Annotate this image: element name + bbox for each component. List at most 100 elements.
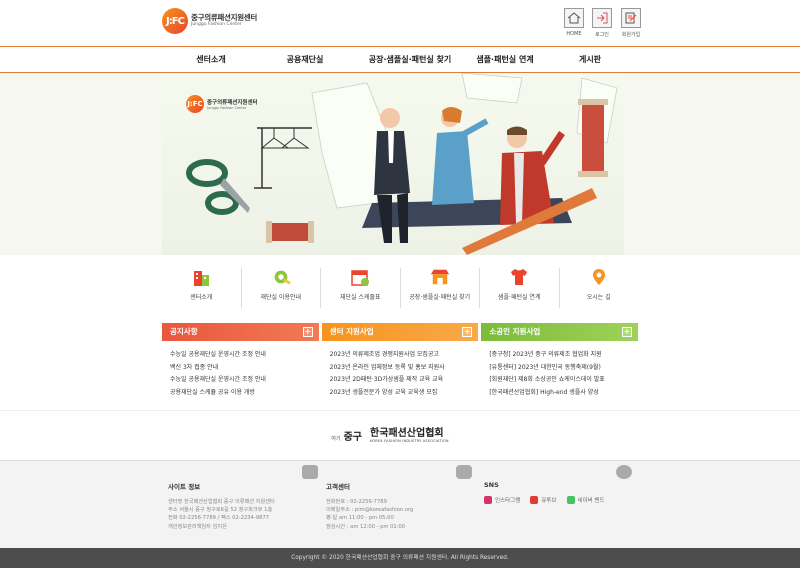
footer-info: 사이트 정보 센터명 한국패션산업협회 중구 의류패션 지원센터 주소 서울시 … <box>0 460 800 548</box>
list-item[interactable]: 2023년 온라인 업체정보 등록 및 홍보 지원사 <box>330 362 479 375</box>
quick-cutting-room-guide[interactable]: 재단실 이용안내 <box>242 268 321 308</box>
home-link[interactable]: HOME <box>564 8 584 37</box>
list-item[interactable]: 2023년 생플전문가 양성 교육 교육생 모집 <box>330 387 479 400</box>
board-notice-header: 공지사항 + <box>162 323 319 341</box>
instagram-link[interactable]: 인스타그램 <box>484 496 520 504</box>
board-center-support: 센터 지원사업 + 2023년 의류제조업 경쟁지원사업 모집공고 2023년 … <box>321 323 479 403</box>
nav-item-center-intro[interactable]: 센터소개 <box>166 47 256 72</box>
kfia-english-name: KOREA FASHION INDUSTRY ASSOCIATION <box>370 438 449 443</box>
info-bubble-icon <box>616 465 632 479</box>
nav-item-cutting-room[interactable]: 공용재단실 <box>260 47 350 72</box>
logo-subtitle: Junggu Fashion Center <box>191 21 242 27</box>
footer-sns-title: SNS <box>484 481 499 489</box>
board-title: 소공인 지원사업 <box>489 327 541 336</box>
quick-menu: 센터소개 재단실 이용안내 재단실 스케줄표 공장·샘플실·패턴실 찾기 샘플·… <box>162 268 638 308</box>
hero-logo: J:FC 중구의류패션지원센터 Junggu Fashion Center <box>186 95 258 113</box>
tshirt-icon <box>509 268 529 286</box>
nav-item-board[interactable]: 게시판 <box>545 47 635 72</box>
signup-label: 회원가입 <box>621 32 641 38</box>
main-nav: 센터소개 공용재단실 공장·샘플실·패턴실 찾기 샘플·패턴실 연계 게시판 <box>0 46 800 73</box>
kfia-name: 한국패션산업협회 <box>370 427 444 439</box>
quick-find-factory[interactable]: 공장·샘플실·패턴실 찾기 <box>401 268 480 308</box>
list-item[interactable]: 2023년 2D패턴·3D가상샘플 제작 교육 교육 <box>330 374 479 387</box>
nav-item-sample-link[interactable]: 샘플·패턴실 연계 <box>455 47 555 72</box>
login-icon <box>592 8 612 28</box>
footer-line: 이메일주소 : pim@koreafashion.org <box>326 507 414 514</box>
sns-label: 네이버 밴드 <box>577 498 605 504</box>
footer-contact-title: 고객센터 <box>326 483 350 491</box>
footer-line: 전화 02-2256-7789 / 팩스 02-2234-9877 <box>168 515 269 522</box>
quick-label: 재단실 스케줄표 <box>339 294 381 301</box>
footer-site-info: 사이트 정보 센터명 한국패션산업협회 중구 의류패션 지원센터 주소 서울시 … <box>162 461 318 549</box>
board-title: 센터 지원사업 <box>329 327 374 336</box>
copyright: Copyright © 2020 한국패션산업협회 중구 의류패션 지원센터. … <box>0 548 800 568</box>
list-item[interactable]: 수능일 공용재단실 운영시간 조정 안내 <box>170 349 319 362</box>
sns-label: 인스타그램 <box>495 498 521 504</box>
signup-link[interactable]: 회원가입 <box>621 8 641 38</box>
more-plus-icon[interactable]: + <box>302 327 313 337</box>
hero-logo-mark: J:FC <box>186 95 204 113</box>
quick-label: 오시는 길 <box>586 294 611 301</box>
partner-banner: 여기 중구 한국패션산업협회 KOREA FASHION INDUSTRY AS… <box>0 410 800 460</box>
list-item[interactable]: 공용재단실 스케쥴 공유 이용 개방 <box>170 387 319 400</box>
hero-logo-subtitle: Junggu Fashion Center <box>207 106 247 110</box>
login-link[interactable]: 로그인 <box>592 8 612 38</box>
logo-mark: J:FC <box>162 8 188 34</box>
list-item[interactable]: [중구청] 2023년 중구 의류제조 협업화 지원 <box>489 349 638 362</box>
memo-icon <box>302 465 318 479</box>
list-item[interactable]: 백신 3차 접종 안내 <box>170 362 319 375</box>
hero-logo-name: 중구의류패션지원센터 <box>207 100 258 106</box>
building-icon <box>191 268 211 286</box>
home-icon <box>564 8 584 28</box>
list-item[interactable]: 수능일 공용재단실 운영시간 조정 안내 <box>170 374 319 387</box>
junggu-logo-text: 중구 <box>343 432 362 443</box>
quick-sample-link[interactable]: 샘플·패턴실 연계 <box>480 268 560 308</box>
board-section: 공지사항 + 수능일 공용재단실 운영시간 조정 안내 백신 3차 접종 안내 … <box>162 323 639 403</box>
board-small-biz-header: 소공인 지원사업 + <box>481 323 639 341</box>
quick-directions[interactable]: 오시는 길 <box>560 268 639 308</box>
nav-item-find-factory[interactable]: 공장·샘플실·패턴실 찾기 <box>355 47 465 72</box>
calendar-icon <box>350 268 370 286</box>
footer-line: 전화번호 : 02-2256-7789 <box>326 499 387 505</box>
list-item[interactable]: 2023년 의류제조업 경쟁지원사업 모집공고 <box>330 349 479 362</box>
signup-icon <box>621 8 641 28</box>
hero-illustration: J:FC 중구의류패션지원센터 Junggu Fashion Center <box>162 73 624 255</box>
footer-line: 주소 서울시 중구 청구로6길 52 청구파크뷰 1층 <box>168 507 273 514</box>
quick-label: 공장·샘플실·패턴실 찾기 <box>409 294 471 301</box>
login-label: 로그인 <box>595 32 609 38</box>
sns-label: 유투브 <box>541 498 557 504</box>
board-notice: 공지사항 + 수능일 공용재단실 운영시간 조정 안내 백신 3차 접종 안내 … <box>162 323 319 403</box>
board-center-support-header: 센터 지원사업 + <box>321 323 479 341</box>
quick-label: 재단실 이용안내 <box>260 294 302 301</box>
list-item[interactable]: [회원재단] 제8회 소상공인 쇼케이스데이 발표 <box>489 374 638 387</box>
youtube-link[interactable]: 유투브 <box>530 496 557 504</box>
naver-band-icon <box>566 496 575 504</box>
more-plus-icon[interactable]: + <box>622 327 633 337</box>
naver-band-link[interactable]: 네이버 밴드 <box>566 496 605 504</box>
shop-icon <box>430 268 450 286</box>
site-logo[interactable]: J:FC 중구의류패션지원센터 Junggu Fashion Center <box>162 8 257 34</box>
list-item[interactable]: [한국패션산업협회] High-end 생플사 양성 <box>489 387 638 400</box>
quick-cutting-room-schedule[interactable]: 재단실 스케줄표 <box>321 268 401 308</box>
junggu-logo[interactable]: 여기 중구 <box>331 428 362 443</box>
kfia-logo[interactable]: 한국패션산업협회 KOREA FASHION INDUSTRY ASSOCIAT… <box>370 427 449 443</box>
board-small-biz-support: 소공인 지원사업 + [중구청] 2023년 중구 의류제조 협업화 지원 [유… <box>481 323 639 403</box>
phone-icon <box>456 465 472 479</box>
site-header: J:FC 중구의류패션지원센터 Junggu Fashion Center HO… <box>0 0 800 46</box>
footer-line: 센터명 한국패션산업협회 중구 의류패션 지원센터 <box>168 499 275 505</box>
list-item[interactable]: [유통센터] 2023년 대한민국 동행축제(9월) <box>489 362 638 375</box>
map-pin-icon <box>589 268 609 286</box>
footer-sns: SNS 인스타그램 유투브 네이버 밴드 <box>478 461 638 549</box>
measuring-tape-icon <box>271 268 291 286</box>
quick-center-intro[interactable]: 센터소개 <box>162 268 242 308</box>
hero-banner: J:FC 중구의류패션지원센터 Junggu Fashion Center <box>0 73 800 255</box>
footer-site-title: 사이트 정보 <box>168 483 201 491</box>
more-plus-icon[interactable]: + <box>462 327 473 337</box>
footer-line: 개인정보관리책임자 임지은 <box>168 523 227 530</box>
instagram-icon <box>484 496 492 504</box>
quick-label: 샘플·패턴실 연계 <box>498 294 541 301</box>
footer-contact: 고객센터 전화번호 : 02-2256-7789 이메일주소 : pim@kor… <box>320 461 475 549</box>
footer-line: 점심시간 : am 12:00 - pm 01:00 <box>326 523 406 530</box>
footer-line: 평·일 am 11:00 - pm 05:00 <box>326 515 394 522</box>
board-title: 공지사항 <box>170 327 198 336</box>
